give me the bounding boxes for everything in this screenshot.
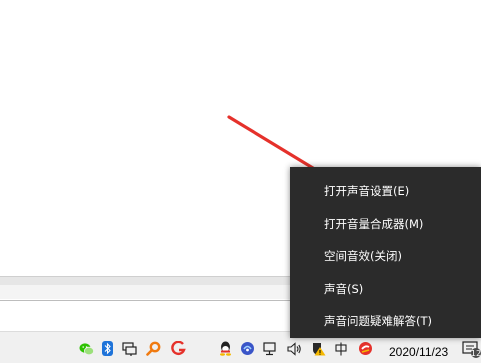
app-red-icon[interactable] xyxy=(358,341,373,356)
divider xyxy=(0,300,300,301)
input-method-icon[interactable] xyxy=(333,341,348,356)
notification-center-icon[interactable]: 12 xyxy=(461,339,481,359)
volume-context-menu: 打开声音设置(E) 打开音量合成器(M) 空间音效(关闭) 声音(S) 声音问题… xyxy=(290,167,481,338)
menu-item-open-volume-mixer[interactable]: 打开音量合成器(M) xyxy=(290,208,481,240)
desktop-screen: 2020/11/23 12 打开声音设置(E) 打开音量合成器(M) 空间音效(… xyxy=(0,0,481,363)
menu-item-open-sound-settings[interactable]: 打开声音设置(E) xyxy=(290,175,481,207)
svg-text:12: 12 xyxy=(471,349,481,358)
warning-shield-icon[interactable] xyxy=(311,341,326,356)
volume-icon[interactable] xyxy=(287,341,302,356)
network-icon[interactable] xyxy=(263,341,278,356)
menu-item-label: 打开音量合成器(M) xyxy=(324,217,424,231)
search-orange-icon[interactable] xyxy=(146,341,161,356)
menu-item-label: 空间音效(关闭) xyxy=(324,249,402,263)
menu-item-troubleshoot-sound[interactable]: 声音问题疑难解答(T) xyxy=(290,305,481,337)
menu-item-spatial-sound[interactable]: 空间音效(关闭) xyxy=(290,240,481,272)
menu-item-label: 打开声音设置(E) xyxy=(324,184,410,198)
wechat-icon[interactable] xyxy=(79,341,94,356)
qq-icon[interactable] xyxy=(218,341,233,356)
background-window xyxy=(0,276,300,336)
menu-item-label: 声音问题疑难解答(T) xyxy=(324,314,432,328)
app-red-g-icon[interactable] xyxy=(171,341,186,356)
window-bar xyxy=(0,285,300,299)
network-monitor-icon[interactable] xyxy=(122,341,137,356)
bluetooth-icon[interactable] xyxy=(100,341,115,356)
menu-item-sounds[interactable]: 声音(S) xyxy=(290,273,481,305)
clock-date[interactable]: 2020/11/23 xyxy=(389,344,448,360)
menu-item-label: 声音(S) xyxy=(324,282,364,296)
app-blue-icon[interactable] xyxy=(240,341,255,356)
